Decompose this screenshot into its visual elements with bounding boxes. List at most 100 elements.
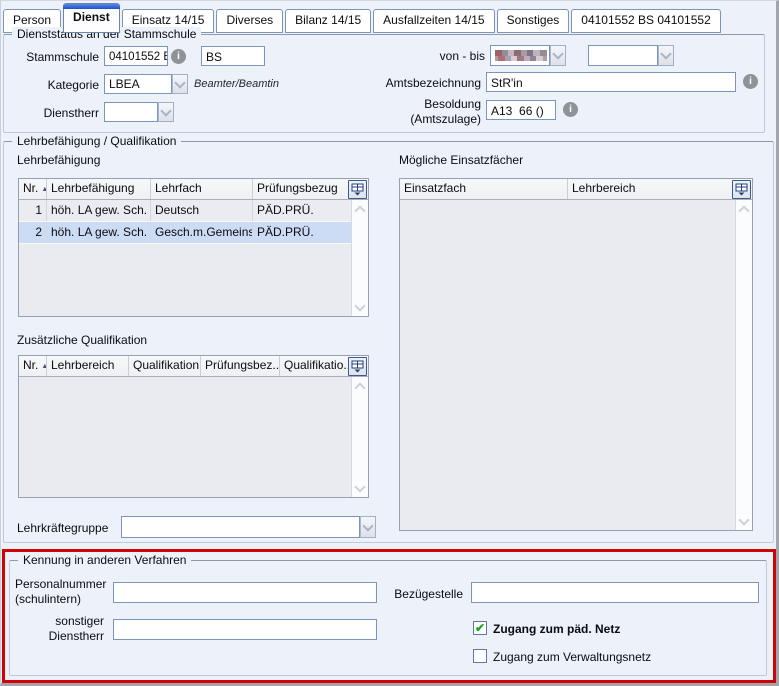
scroll-up-icon[interactable]: [352, 201, 368, 217]
column-header-lehrbereich[interactable]: Lehrbereich: [47, 356, 129, 376]
cell-lehrbefaehigung: höh. LA gew. Sch.: [47, 222, 151, 243]
lehrkraeftegruppe-label: Lehrkräftegruppe: [17, 521, 108, 535]
zusatz-qualifikation-label: Zusätzliche Qualifikation: [17, 333, 147, 347]
scroll-up-icon[interactable]: [352, 378, 368, 394]
scroll-down-icon[interactable]: [352, 480, 368, 496]
stammschule-input[interactable]: 04101552 B: [104, 46, 168, 66]
table-row[interactable]: 1 höh. LA gew. Sch. Deutsch PÄD.PRÜ.: [19, 200, 368, 222]
bis-dropdown-icon[interactable]: [658, 45, 674, 66]
besoldung-input[interactable]: A13 66 (): [486, 100, 556, 120]
scroll-down-icon[interactable]: [352, 299, 368, 315]
tab-bilanz[interactable]: Bilanz 14/15: [285, 9, 371, 33]
kategorie-dropdown-icon[interactable]: [172, 74, 188, 94]
column-header-lehrfach[interactable]: Lehrfach: [151, 179, 253, 199]
von-value-redacted: [490, 45, 550, 66]
column-header-einsatzfach[interactable]: Einsatzfach: [400, 179, 568, 199]
tab-ausfallzeiten[interactable]: Ausfallzeiten 14/15: [373, 9, 494, 33]
dienstherr-label: Dienstherr: [1, 106, 99, 120]
verwaltungsnetz-checkbox[interactable]: [473, 649, 487, 663]
paed-netz-checkbox-label: Zugang zum päd. Netz: [493, 622, 620, 636]
sonstiger-dienstherr-label-2: Dienstherr: [14, 629, 104, 643]
tab-bar: Person Dienst Einsatz 14/15 Diverses Bil…: [3, 3, 721, 33]
besoldung-label-1: Besoldung: [331, 97, 481, 111]
von-bis-label: von - bis: [385, 49, 485, 63]
sonstiger-dienstherr-label-1: sonstiger: [14, 614, 104, 628]
personalnummer-label-1: Personalnummer: [15, 577, 106, 591]
column-chooser-button[interactable]: [732, 180, 751, 199]
table-row-selected[interactable]: 2 höh. LA gew. Sch. Gesch.m.Gemeins... P…: [19, 222, 368, 244]
kategorie-combobox[interactable]: LBEA: [104, 74, 188, 94]
lehrbefaehigung-table: Nr. Lehrbefähigung Lehrfach Prüfungsbezu…: [18, 178, 369, 317]
lehrkraeftegruppe-dropdown-icon[interactable]: [360, 516, 376, 538]
group-kennung: Kennung in anderen Verfahren: [9, 560, 767, 676]
scrollbar[interactable]: [351, 200, 368, 316]
cell-lehrfach: Deutsch: [151, 200, 253, 221]
personalnummer-input[interactable]: 123456789: [113, 582, 377, 603]
column-chooser-button[interactable]: [348, 180, 367, 199]
redacted-date: [495, 50, 547, 61]
dienstherr-dropdown-icon[interactable]: [158, 102, 174, 122]
column-header-pruefungsbezug[interactable]: Prüfungsbez...: [201, 356, 280, 376]
von-dropdown-icon[interactable]: [550, 45, 566, 66]
group-qualifikation-title: Lehrbefähigung / Qualifikation: [12, 134, 181, 148]
column-header-nr[interactable]: Nr.: [19, 179, 47, 199]
cell-nr: 2: [19, 222, 47, 243]
besoldung-info-icon[interactable]: [563, 102, 578, 117]
column-header-qualifikation[interactable]: Qualifikation: [129, 356, 201, 376]
column-header-nr[interactable]: Nr.: [19, 356, 47, 376]
bis-value: [588, 45, 658, 66]
tab-diverses[interactable]: Diverses: [216, 9, 283, 33]
dienstherr-value: [104, 102, 158, 122]
kategorie-note: Beamter/Beamtin: [194, 78, 279, 90]
tab-school-id[interactable]: 04101552 BS 04101552: [571, 9, 720, 33]
dienst-form-window: Person Dienst Einsatz 14/15 Diverses Bil…: [0, 0, 779, 686]
cell-nr: 1: [19, 200, 47, 221]
amtsbezeichnung-info-icon[interactable]: [743, 74, 758, 89]
besoldung-label-2: (Amtszulage): [331, 112, 481, 126]
tab-dienst[interactable]: Dienst: [63, 3, 120, 33]
group-kennung-title: Kennung in anderen Verfahren: [18, 553, 191, 567]
scroll-down-icon[interactable]: [736, 513, 752, 529]
lehrbefaehigung-table-header: Nr. Lehrbefähigung Lehrfach Prüfungsbezu…: [19, 179, 368, 200]
cell-lehrfach: Gesch.m.Gemeins...: [151, 222, 253, 243]
bezuegestelle-input[interactable]: [471, 582, 759, 603]
stammschule-info-icon[interactable]: [171, 49, 186, 64]
cell-lehrbefaehigung: höh. LA gew. Sch.: [47, 200, 151, 221]
kategorie-value: LBEA: [104, 74, 172, 94]
column-chooser-button[interactable]: [348, 357, 367, 376]
zusatz-qualifikation-table: Nr. Lehrbereich Qualifikation Prüfungsbe…: [18, 355, 369, 498]
bezuegestelle-label: Bezügestelle: [363, 587, 463, 601]
amtsbezeichnung-input[interactable]: StR'in: [486, 72, 736, 92]
dienstherr-combobox[interactable]: [104, 102, 174, 122]
column-chooser-icon: [351, 360, 364, 373]
bis-combobox[interactable]: [588, 45, 674, 66]
stammschule-art-input[interactable]: BS: [201, 46, 265, 66]
column-chooser-icon: [735, 183, 748, 196]
einsatzfaecher-table-header: Einsatzfach Lehrbereich: [400, 179, 752, 200]
column-header-pruefungsbezug[interactable]: Prüfungsbezug: [253, 179, 353, 199]
personalnummer-label-2: (schulintern): [15, 592, 81, 606]
sonstiger-dienstherr-input[interactable]: [113, 619, 377, 640]
column-chooser-icon: [351, 183, 364, 196]
cell-pruefungsbezug: PÄD.PRÜ.: [253, 200, 353, 221]
column-header-lehrbefaehigung[interactable]: Lehrbefähigung: [47, 179, 151, 199]
lehrkraeftegruppe-value: [121, 516, 360, 538]
lehrbefaehigung-label: Lehrbefähigung: [17, 153, 100, 167]
cell-pruefungsbezug: PÄD.PRÜ.: [253, 222, 353, 243]
einsatzfaecher-table: Einsatzfach Lehrbereich: [399, 178, 753, 531]
scrollbar[interactable]: [735, 200, 752, 530]
scrollbar[interactable]: [351, 377, 368, 497]
scroll-up-icon[interactable]: [736, 201, 752, 217]
tab-sonstiges[interactable]: Sonstiges: [497, 9, 570, 33]
column-header-qualifikation-2[interactable]: Qualifikatio...: [280, 356, 353, 376]
column-header-lehrbereich[interactable]: Lehrbereich: [568, 179, 737, 199]
einsatzfaecher-label: Mögliche Einsatzfächer: [399, 153, 523, 167]
stammschule-label: Stammschule: [1, 50, 99, 64]
lehrkraeftegruppe-combobox[interactable]: [121, 516, 376, 538]
verwaltungsnetz-checkbox-label: Zugang zum Verwaltungsnetz: [493, 650, 651, 664]
paed-netz-checkbox[interactable]: [473, 621, 487, 635]
von-combobox[interactable]: [490, 45, 566, 66]
zusatz-table-header: Nr. Lehrbereich Qualifikation Prüfungsbe…: [19, 356, 368, 377]
kategorie-label: Kategorie: [1, 78, 99, 92]
amtsbezeichnung-label: Amtsbezeichnung: [331, 76, 481, 90]
